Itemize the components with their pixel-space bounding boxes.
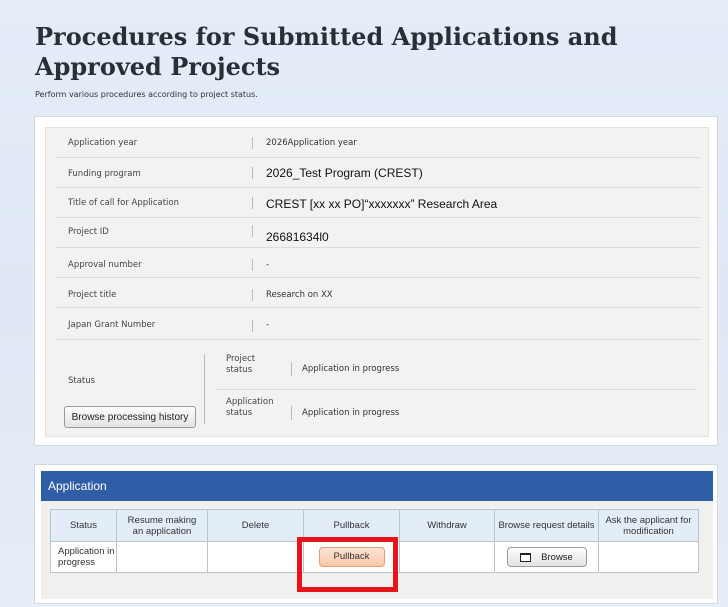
column-header-ask-modification: Ask the applicant for modification [598,509,699,542]
info-label: Application year [68,138,138,148]
info-row-funding-program: Funding program 2026_Test Program (CREST… [56,158,700,188]
browse-button[interactable]: Browse [506,547,587,567]
project-info-table: Application year 2026Application year Fu… [45,127,709,437]
status-section: Status Browse processing history Project… [56,350,700,436]
delete-cell [207,541,304,573]
column-header-browse-request-details: Browse request details [494,509,599,542]
column-header-withdraw: Withdraw [399,509,495,542]
info-label: Funding program [68,169,141,179]
info-value: CREST [xx xx PO]“xxxxxxx” Research Area [266,197,498,211]
ask-modification-cell [598,541,699,573]
info-label: Project title [68,290,117,300]
info-row-application-year: Application year 2026Application year [56,128,700,158]
window-icon [520,552,532,562]
project-info-panel: Application year 2026Application year Fu… [34,116,718,446]
info-row-japan-grant-number: Japan Grant Number - [56,308,700,340]
status-label: Status [68,376,96,386]
info-value: 2026_Test Program (CREST) [266,166,423,180]
column-header-resume: Resume making an application [116,509,208,542]
application-status-cell: Application in progress [50,541,117,573]
browse-cell: Browse [494,541,599,573]
browse-processing-history-button[interactable]: Browse processing history [64,406,196,428]
pullback-highlight-box [297,537,398,592]
info-value: 2026Application year [266,138,357,148]
info-value: Research on XX [266,290,333,300]
info-label: Approval number [68,260,142,270]
info-label: Japan Grant Number [68,320,156,330]
page-title: Procedures for Submitted Applications an… [35,22,618,81]
application-status-row: Application status Application in progre… [216,394,696,434]
application-status-label: Application status [226,397,274,418]
project-status-label: Project status [226,354,256,375]
info-row-project-title: Project title Research on XX [56,278,700,308]
project-status-value: Application in progress [302,364,400,374]
info-value: 26681634l0 [266,230,329,244]
browse-button-label: Browse [541,551,573,563]
info-label: Title of call for Application [68,198,180,208]
info-row-project-id: Project ID 26681634l0 [56,218,700,248]
info-value: - [266,260,270,270]
application-header: Application [41,471,713,501]
page-subtitle: Perform various procedures according to … [35,90,258,99]
info-row-approval-number: Approval number - [56,248,700,278]
withdraw-cell [399,541,495,573]
application-status-value: Application in progress [302,408,400,418]
column-header-status: Status [50,509,117,542]
resume-cell [116,541,208,573]
info-row-call-title: Title of call for Application CREST [xx … [56,188,700,218]
column-header-delete: Delete [207,509,304,542]
info-value: - [266,320,270,330]
project-status-row: Project status Application in progress [216,350,696,390]
info-label: Project ID [68,227,109,237]
